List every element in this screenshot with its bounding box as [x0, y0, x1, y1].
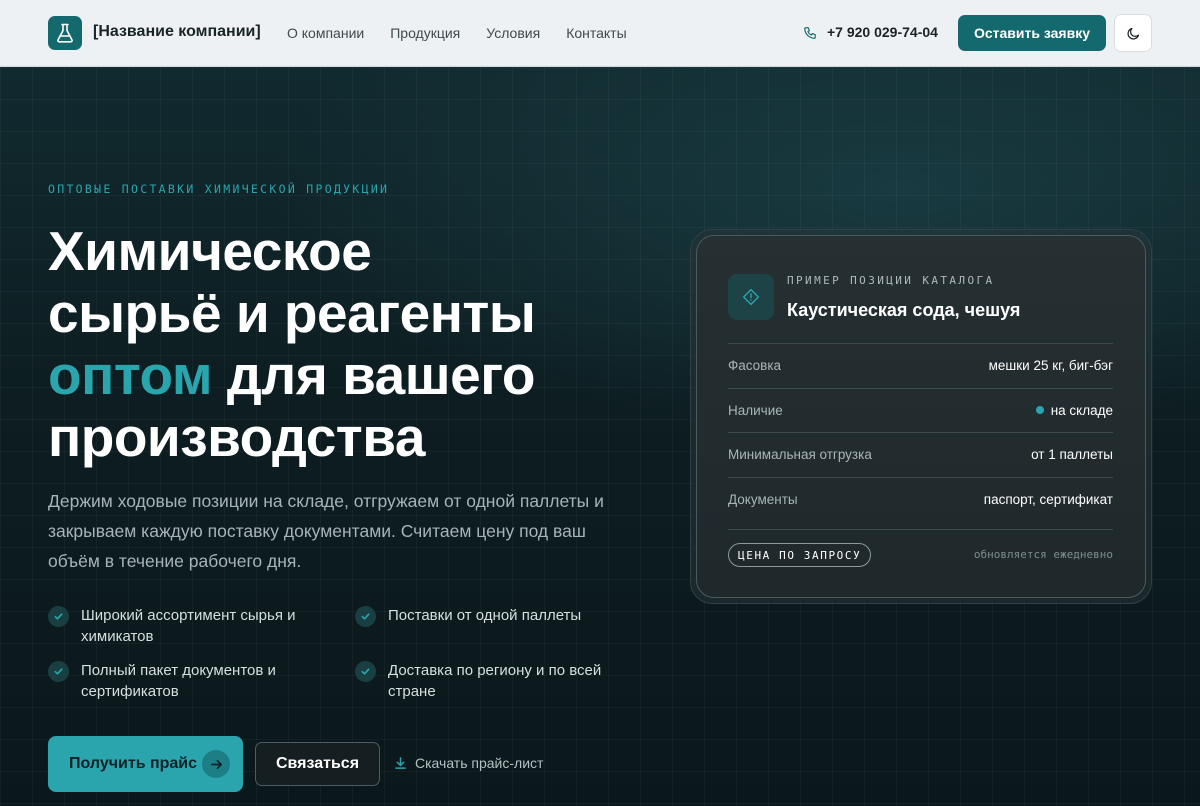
site-header: [Название компании] О компании Продукция… [0, 0, 1200, 67]
spec-value: мешки 25 кг, биг-бэг [989, 358, 1113, 373]
spec-key: Документы [728, 491, 798, 507]
phone-icon [804, 27, 816, 39]
headline-line-3: для вашего [212, 344, 536, 406]
card-footer: ЦЕНА ПО ЗАПРОСУ обновляется ежедневно [728, 529, 1113, 581]
feature-item: Поставки от одной паллеты [355, 605, 628, 627]
download-label: Скачать прайс-лист [415, 755, 544, 771]
spec-value: от 1 паллеты [1031, 447, 1113, 462]
card-title: Каустическая сода, чешуя [787, 300, 1021, 320]
spec-row-documents: Документы паспорт, сертификат [728, 476, 1113, 522]
company-name[interactable]: [Название компании] [93, 23, 261, 41]
feature-text: Широкий ассортимент сырья и химикатов [81, 607, 296, 645]
feature-text: Поставки от одной паллеты [388, 607, 582, 624]
spec-key: Наличие [728, 402, 783, 418]
nav-item-terms[interactable]: Условия [486, 25, 540, 41]
spec-value-text: от 1 паллеты [1031, 447, 1113, 463]
feature-item: Полный пакет документов и сертификатов [48, 660, 321, 702]
feature-item: Доставка по региону и по всей стране [355, 660, 628, 702]
nav-item-contacts[interactable]: Контакты [566, 25, 626, 41]
check-icon [355, 606, 376, 627]
arrow-right-icon [202, 750, 230, 778]
in-stock-dot [1035, 406, 1044, 415]
download-price-link[interactable]: Скачать прайс-лист [394, 755, 543, 771]
spec-value-text: паспорт, сертификат [983, 491, 1113, 507]
headline-line-1: Химическое [48, 220, 372, 282]
feature-item: Широкий ассортимент сырья и химикатов [48, 605, 321, 647]
spec-row-min-shipment: Минимальная отгрузка от 1 паллеты [728, 432, 1113, 477]
nav-item-about[interactable]: О компании [287, 25, 364, 41]
check-icon [48, 606, 69, 627]
theme-toggle-button[interactable] [1114, 14, 1152, 52]
updated-note: обновляется ежедневно [973, 548, 1113, 561]
card-kicker: ПРИМЕР ПОЗИЦИИ КАТАЛОГА [787, 274, 995, 287]
nav-item-products[interactable]: Продукция [390, 25, 460, 41]
flask-icon[interactable] [48, 16, 82, 50]
hero-eyebrow: ОПТОВЫЕ ПОСТАВКИ ХИМИЧЕСКОЙ ПРОДУКЦИИ [48, 182, 390, 196]
leave-request-button[interactable]: Оставить заявку [958, 15, 1106, 51]
hero-headline: Химическое сырьё и реагенты оптом для ва… [48, 220, 628, 468]
moon-icon [1126, 27, 1139, 40]
get-price-button[interactable]: Получить прайс [48, 736, 243, 792]
headline-line-2: сырьё и реагенты [48, 282, 536, 344]
main-nav: О компании Продукция Условия Контакты [287, 25, 627, 41]
download-icon [395, 757, 406, 769]
get-price-label: Получить прайс [69, 755, 198, 772]
check-icon [48, 661, 69, 682]
card-specs: Фасовка мешки 25 кг, биг-бэг Наличие на … [728, 343, 1113, 521]
spec-value: на складе [1035, 402, 1113, 418]
spec-key: Минимальная отгрузка [728, 447, 872, 463]
spec-key: Фасовка [728, 358, 782, 374]
headline-accent: оптом [48, 344, 213, 406]
spec-row-availability: Наличие на складе [728, 387, 1113, 433]
price-on-request-badge: ЦЕНА ПО ЗАПРОСУ [728, 543, 872, 567]
check-icon [355, 661, 376, 682]
spec-value-text: на складе [1050, 402, 1113, 418]
hero-subtitle: Держим ходовые позиции на складе, отгруж… [48, 491, 604, 571]
spec-row-packaging: Фасовка мешки 25 кг, биг-бэг [728, 343, 1113, 388]
phone-number[interactable]: +7 920 029-74-04 [827, 24, 938, 40]
spec-value-text: мешки 25 кг, биг-бэг [988, 358, 1113, 374]
feature-text: Доставка по региону и по всей стране [388, 662, 602, 700]
diamond-alert-icon [728, 274, 774, 320]
feature-text: Полный пакет документов и сертификатов [81, 662, 276, 700]
headline-line-4: производства [48, 406, 425, 468]
spec-value: паспорт, сертификат [984, 492, 1113, 507]
contact-button[interactable]: Связаться [255, 742, 380, 786]
